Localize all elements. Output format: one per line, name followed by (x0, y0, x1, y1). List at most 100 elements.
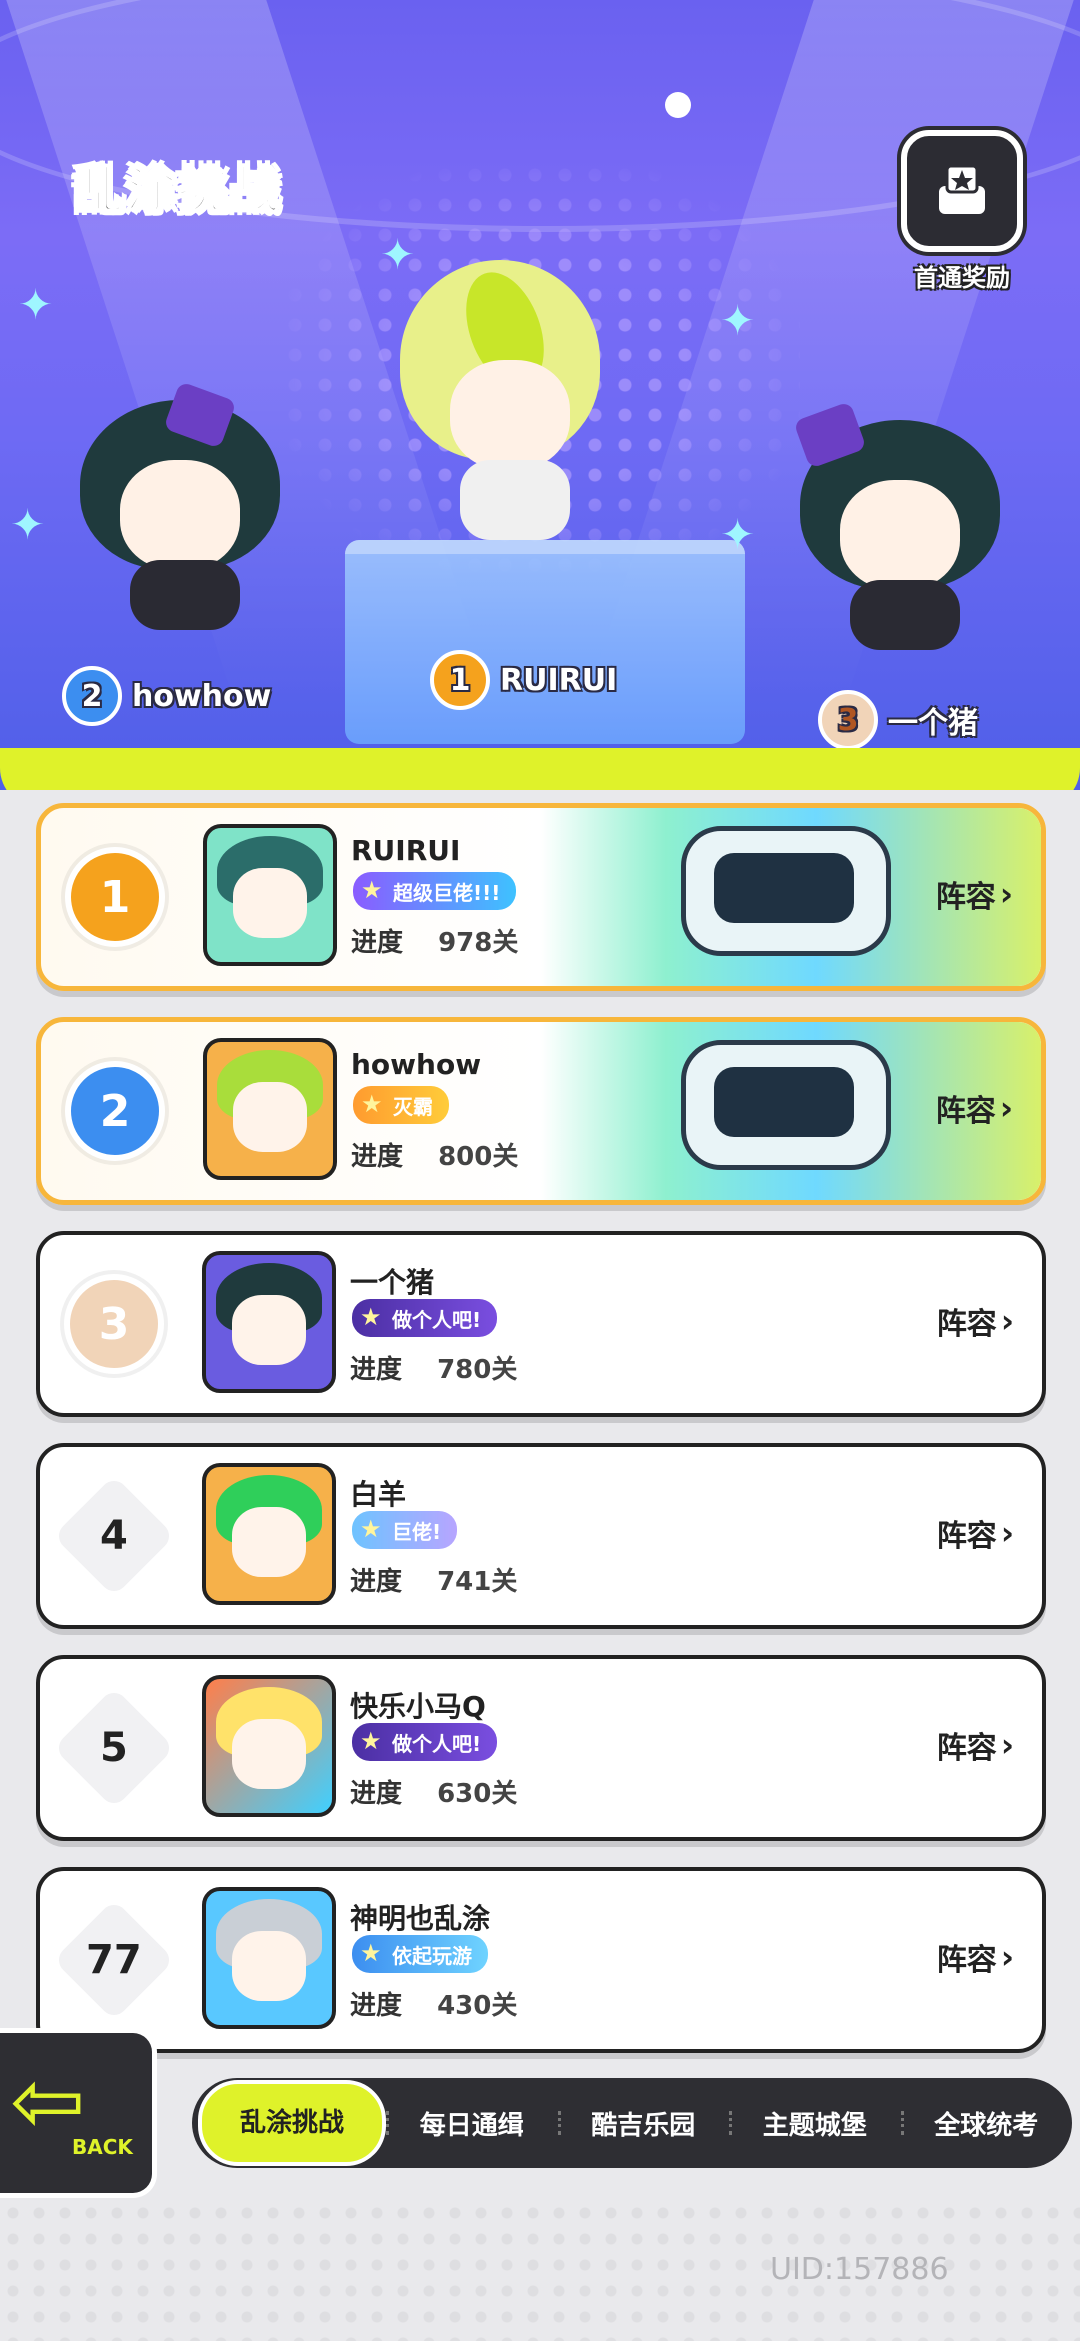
progress-text: 进度 978关 (351, 922, 518, 959)
podium-player-name: 一个猪 (888, 706, 978, 741)
tab-kuji-park[interactable]: 酷吉乐园 (557, 2105, 729, 2142)
lineup-button[interactable]: 阵容 › (936, 1086, 1013, 1130)
back-label: BACK (72, 2135, 133, 2159)
leaderboard-row[interactable]: 5 快乐小马Q 做个人吧! 进度 630关 阵容 › (36, 1655, 1046, 1841)
progress-text: 进度 800关 (351, 1136, 518, 1173)
character-avatar-rank-3[interactable] (780, 400, 1020, 660)
mode-tab-bar: 乱涂挑战 每日通缉 酷吉乐园 主题城堡 全球统考 (192, 2078, 1072, 2168)
rank-2-medal-icon: 2 (65, 1061, 165, 1161)
avatar[interactable] (203, 1038, 337, 1180)
player-name: 一个猪 (350, 1266, 435, 1299)
leaderboard-row[interactable]: 3 一个猪 做个人吧! 进度 780关 阵容 › (36, 1231, 1046, 1417)
title-badge: 巨佬! (352, 1511, 458, 1549)
tab-daily-wanted[interactable]: 每日通缉 (386, 2105, 557, 2142)
rank-1-medal-icon: 1 (430, 650, 490, 710)
progress-text: 进度 430关 (350, 1985, 517, 2022)
rank-2-medal-icon: 2 (62, 666, 122, 726)
sparkle-icon: ✦ (720, 510, 756, 559)
podium-name-rank-3: 3 一个猪 (818, 690, 978, 750)
character-avatar-rank-1[interactable] (380, 260, 640, 560)
chevron-right-icon: › (999, 875, 1013, 913)
lineup-button[interactable]: 阵容 › (937, 1511, 1014, 1555)
chevron-right-icon: › (999, 1089, 1013, 1127)
rank-number: 4 (100, 1513, 128, 1559)
sparkle-icon: ✦ (720, 296, 756, 345)
title-badge: 做个人吧! (352, 1299, 498, 1337)
leaderboard-list: 1 RUIRUI 超级巨佬!!! 进度 978关 阵容 › 2 howhow 灭… (36, 803, 1046, 2079)
light-dot (665, 92, 691, 118)
chevron-right-icon: › (1000, 1938, 1014, 1976)
back-arrow-icon: ⇦ (10, 2049, 86, 2154)
rank-diamond: 5 (53, 1687, 175, 1809)
podium-name-rank-1: 1 RUIRUI (430, 650, 617, 710)
tab-global-exam[interactable]: 全球统考 (900, 2105, 1072, 2142)
rank-indicator: 5 (53, 1659, 175, 1837)
progress-text: 进度 741关 (350, 1561, 517, 1598)
sparkle-icon: ✦ (18, 280, 54, 329)
lineup-button[interactable]: 阵容 › (937, 1935, 1014, 1979)
progress-label: 进度 (351, 1142, 404, 1172)
lineup-button[interactable]: 阵容 › (937, 1723, 1014, 1767)
slime-divider (0, 748, 1080, 790)
lineup-button[interactable]: 阵容 › (937, 1299, 1014, 1343)
sparkle-icon: ✦ (10, 500, 46, 549)
progress-value: 430关 (437, 1991, 518, 2021)
user-id: UID:157886 (770, 2252, 949, 2287)
progress-text: 进度 630关 (350, 1773, 517, 1810)
avatar[interactable] (202, 1675, 336, 1817)
player-name: howhow (351, 1048, 482, 1081)
rank-indicator: 2 (55, 1022, 175, 1200)
leaderboard-row[interactable]: 1 RUIRUI 超级巨佬!!! 进度 978关 阵容 › (36, 803, 1046, 991)
player-name: 白羊 (350, 1478, 407, 1511)
rank-diamond: 77 (53, 1899, 175, 2021)
chevron-right-icon: › (1000, 1514, 1014, 1552)
trophy-icon (901, 130, 1023, 252)
rank-number: 77 (86, 1936, 142, 1983)
title-badge: 灭霸 (353, 1086, 449, 1124)
rank-indicator: 1 (55, 808, 175, 986)
podium-player-name: RUIRUI (500, 662, 618, 698)
progress-label: 进度 (350, 1779, 403, 1809)
back-button[interactable]: ⇦ BACK (0, 2028, 157, 2198)
player-name: 快乐小马Q (350, 1690, 486, 1723)
podium-stage (345, 540, 745, 744)
player-name: 神明也乱涂 (350, 1902, 491, 1935)
lineup-label: 阵容 (936, 1519, 997, 1554)
progress-label: 进度 (350, 1567, 403, 1597)
tab-theme-castle[interactable]: 主题城堡 (729, 2105, 900, 2142)
progress-label: 进度 (350, 1991, 403, 2021)
lineup-button[interactable]: 阵容 › (936, 872, 1013, 916)
rank-3-medal-icon: 3 (64, 1274, 164, 1374)
leaderboard-row[interactable]: 77 神明也乱涂 依起玩游 进度 430关 阵容 › (36, 1867, 1046, 2053)
rank-1-medal-icon: 1 (65, 847, 165, 947)
podium-name-rank-2: 2 howhow (62, 666, 271, 726)
rank-indicator: 3 (54, 1235, 174, 1413)
avatar[interactable] (203, 824, 337, 966)
leaderboard-row[interactable]: 4 白羊 巨佬! 进度 741关 阵容 › (36, 1443, 1046, 1629)
chevron-right-icon: › (1000, 1726, 1014, 1764)
avatar[interactable] (202, 1887, 336, 2029)
first-clear-reward-button[interactable]: 首通奖励 (892, 130, 1032, 293)
progress-label: 进度 (350, 1355, 403, 1385)
podium-player-name: howhow (132, 678, 272, 714)
page-title: 乱涂挑战 (73, 160, 282, 220)
avatar[interactable] (202, 1463, 336, 1605)
avatar[interactable] (202, 1251, 336, 1393)
rank-indicator: 4 (53, 1447, 175, 1625)
tab-doodle-challenge[interactable]: 乱涂挑战 (198, 2080, 387, 2166)
character-avatar-rank-2[interactable] (60, 380, 300, 640)
lineup-label: 阵容 (936, 1731, 997, 1766)
podium-banner: ✦ ✦ ✦ ✦ ✦ 乱涂挑战 首通奖励 2 howhow 1 RUIRUI 3 … (0, 0, 1080, 790)
rank-indicator: 77 (53, 1871, 175, 2049)
progress-value: 741关 (437, 1567, 518, 1597)
title-badge: 超级巨佬!!! (353, 872, 517, 910)
progress-value: 630关 (437, 1779, 518, 1809)
lineup-label: 阵容 (935, 1094, 996, 1129)
lineup-label: 阵容 (935, 880, 996, 915)
rank-number: 5 (100, 1725, 128, 1771)
reward-label: 首通奖励 (914, 264, 1010, 292)
lineup-label: 阵容 (936, 1943, 997, 1978)
chevron-right-icon: › (1000, 1302, 1014, 1340)
leaderboard-row[interactable]: 2 howhow 灭霸 进度 800关 阵容 › (36, 1017, 1046, 1205)
progress-value: 780关 (437, 1355, 518, 1385)
